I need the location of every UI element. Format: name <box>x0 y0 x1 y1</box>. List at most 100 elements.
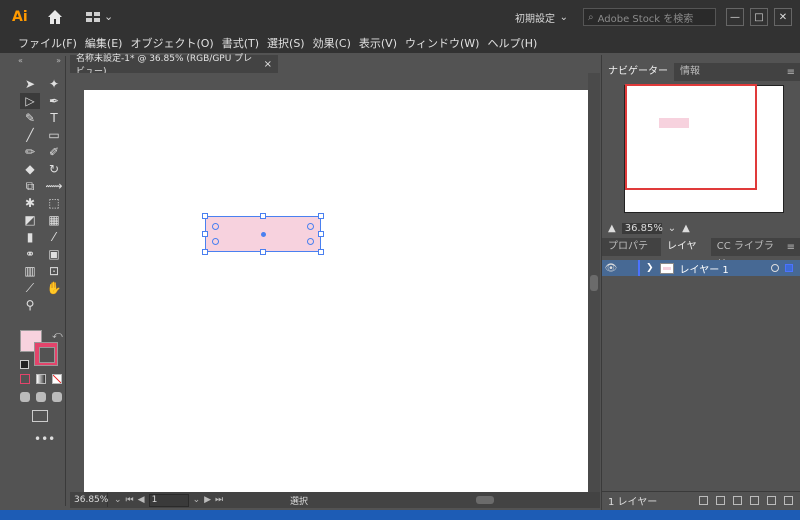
minimize-button[interactable]: — <box>726 8 744 26</box>
locate-object-icon[interactable] <box>716 495 725 505</box>
draw-inside-icon[interactable] <box>52 392 62 402</box>
curvature-tool-icon[interactable]: ✎ <box>20 110 40 126</box>
first-artboard-icon[interactable]: ⏮ <box>126 495 134 505</box>
gradient-tool-icon[interactable]: ▮ <box>20 229 40 245</box>
scale-tool-icon[interactable]: ⧉ <box>20 178 40 194</box>
current-tool-status[interactable]: 選択 <box>290 494 308 507</box>
zoom-in-icon[interactable]: ▲ <box>682 223 690 234</box>
draw-behind-icon[interactable] <box>36 392 46 402</box>
hand-tool-icon[interactable]: ✋ <box>44 280 64 296</box>
menu-object[interactable]: オブジェクト(O) <box>130 35 213 51</box>
menu-help[interactable]: ヘルプ(H) <box>487 35 537 51</box>
canvas-area[interactable] <box>70 73 588 492</box>
swap-fill-stroke-icon[interactable]: ⤺ <box>52 330 63 341</box>
magic-wand-tool-icon[interactable]: ✦ <box>44 76 64 92</box>
maximize-button[interactable]: □ <box>750 8 768 26</box>
screen-mode-icon[interactable] <box>32 410 48 422</box>
trash-icon[interactable] <box>784 495 793 505</box>
none-mode-icon[interactable] <box>52 374 62 384</box>
perspective-grid-tool-icon[interactable]: ▦ <box>44 212 64 228</box>
tab-navigator[interactable]: ナビゲーター <box>602 63 674 81</box>
pen-tool-icon[interactable]: ✒ <box>44 93 64 109</box>
document-tab[interactable]: 名称未設定-1* @ 36.85% (RGB/GPU プレビュー) × <box>70 54 278 77</box>
chevron-down-icon[interactable]: ⌄ <box>114 495 122 505</box>
tab-info[interactable]: 情報 <box>674 63 706 81</box>
gradient-mode-icon[interactable] <box>36 374 46 384</box>
width-tool-icon[interactable]: ⟿ <box>44 178 64 194</box>
clipping-mask-icon[interactable] <box>733 495 742 505</box>
zoom-out-icon[interactable]: ▲ <box>608 223 616 234</box>
line-tool-icon[interactable]: ╱ <box>20 127 40 143</box>
workspace-switcher[interactable]: ⌄ <box>86 10 113 23</box>
layer-target-icon[interactable] <box>771 264 779 272</box>
zoom-level-field[interactable]: 36.85% <box>70 493 108 507</box>
symbol-sprayer-tool-icon[interactable]: ▣ <box>44 246 64 262</box>
menu-window[interactable]: ウィンドウ(W) <box>405 35 479 51</box>
chevron-down-icon[interactable]: ⌄ <box>193 495 201 505</box>
selected-rounded-rectangle[interactable] <box>202 213 324 255</box>
resize-handle[interactable] <box>202 231 208 237</box>
resize-handle[interactable] <box>202 213 208 219</box>
menu-select[interactable]: 選択(S) <box>267 35 305 51</box>
next-artboard-icon[interactable]: ▶ <box>204 495 211 505</box>
tab-layers[interactable]: レイヤー <box>660 238 711 270</box>
corner-widget[interactable] <box>212 238 219 245</box>
expand-panel-icon[interactable]: » <box>56 56 61 66</box>
blend-tool-icon[interactable]: ⚭ <box>20 246 40 262</box>
collapse-panel-icon[interactable]: « <box>18 56 23 66</box>
menu-effect[interactable]: 効果(C) <box>313 35 351 51</box>
slice-tool-icon[interactable]: ⟋ <box>20 280 40 296</box>
export-icon[interactable] <box>699 495 708 505</box>
menu-type[interactable]: 書式(T) <box>222 35 259 51</box>
type-tool-icon[interactable]: T <box>44 110 64 126</box>
zoom-tool-icon[interactable]: ⚲ <box>20 297 40 313</box>
resize-handle[interactable] <box>202 249 208 255</box>
navigator-view-box[interactable] <box>625 84 757 190</box>
eyedropper-tool-icon[interactable]: ⁄ <box>44 229 64 245</box>
home-icon[interactable] <box>46 8 64 26</box>
new-layer-icon[interactable] <box>767 495 776 505</box>
menu-view[interactable]: 表示(V) <box>359 35 397 51</box>
menu-file[interactable]: ファイル(F) <box>18 35 77 51</box>
menu-edit[interactable]: 編集(E) <box>85 35 123 51</box>
free-transform-tool-icon[interactable]: ⬚ <box>44 195 64 211</box>
graph-tool-icon[interactable]: ▥ <box>20 263 40 279</box>
stroke-swatch[interactable] <box>34 342 58 366</box>
navigator-thumbnail[interactable] <box>624 84 784 213</box>
artboard-tool-icon[interactable]: ⊡ <box>44 263 64 279</box>
corner-widget[interactable] <box>212 223 219 230</box>
resize-handle[interactable] <box>318 213 324 219</box>
default-fill-stroke-icon[interactable] <box>20 360 29 369</box>
tab-properties[interactable]: プロパティ <box>602 238 661 270</box>
close-button[interactable]: ✕ <box>774 8 792 26</box>
layer-selection-indicator[interactable] <box>785 264 793 272</box>
resize-handle[interactable] <box>318 231 324 237</box>
artboard[interactable] <box>84 90 588 492</box>
direct-selection-tool-icon[interactable]: ▷ <box>20 93 40 109</box>
resize-handle[interactable] <box>260 213 266 219</box>
chevron-down-icon[interactable]: ⌄ <box>668 223 676 234</box>
layer-row[interactable]: 👁 ❯ レイヤー 1 <box>602 260 800 276</box>
workspace-preset-dropdown[interactable]: 初期設定 ⌄ <box>509 8 574 26</box>
new-sublayer-icon[interactable] <box>750 495 759 505</box>
rectangle-tool-icon[interactable]: ▭ <box>44 127 64 143</box>
shaper-tool-icon[interactable]: ✐ <box>44 144 64 160</box>
last-artboard-icon[interactable]: ⏭ <box>215 495 223 505</box>
prev-artboard-icon[interactable]: ◀ <box>138 495 145 505</box>
color-mode-icon[interactable] <box>20 374 30 384</box>
edit-toolbar-icon[interactable]: ••• <box>34 432 55 446</box>
resize-handle[interactable] <box>318 249 324 255</box>
close-document-icon[interactable]: × <box>264 59 272 70</box>
corner-widget[interactable] <box>307 223 314 230</box>
horizontal-scrollbar[interactable] <box>380 494 590 506</box>
resize-handle[interactable] <box>260 249 266 255</box>
panel-menu-icon[interactable]: ≡ <box>787 242 795 253</box>
selection-tool-icon[interactable]: ➤ <box>20 76 40 92</box>
navigator-zoom-field[interactable]: 36.85% <box>621 222 663 234</box>
scroll-thumb[interactable] <box>590 275 598 291</box>
artboard-number-field[interactable]: 1 <box>148 493 189 507</box>
panel-menu-icon[interactable]: ≡ <box>787 67 795 78</box>
draw-normal-icon[interactable] <box>20 392 30 402</box>
visibility-eye-icon[interactable]: 👁 <box>602 263 620 274</box>
tab-cc-libraries[interactable]: CC ライブラリ <box>711 238 787 270</box>
